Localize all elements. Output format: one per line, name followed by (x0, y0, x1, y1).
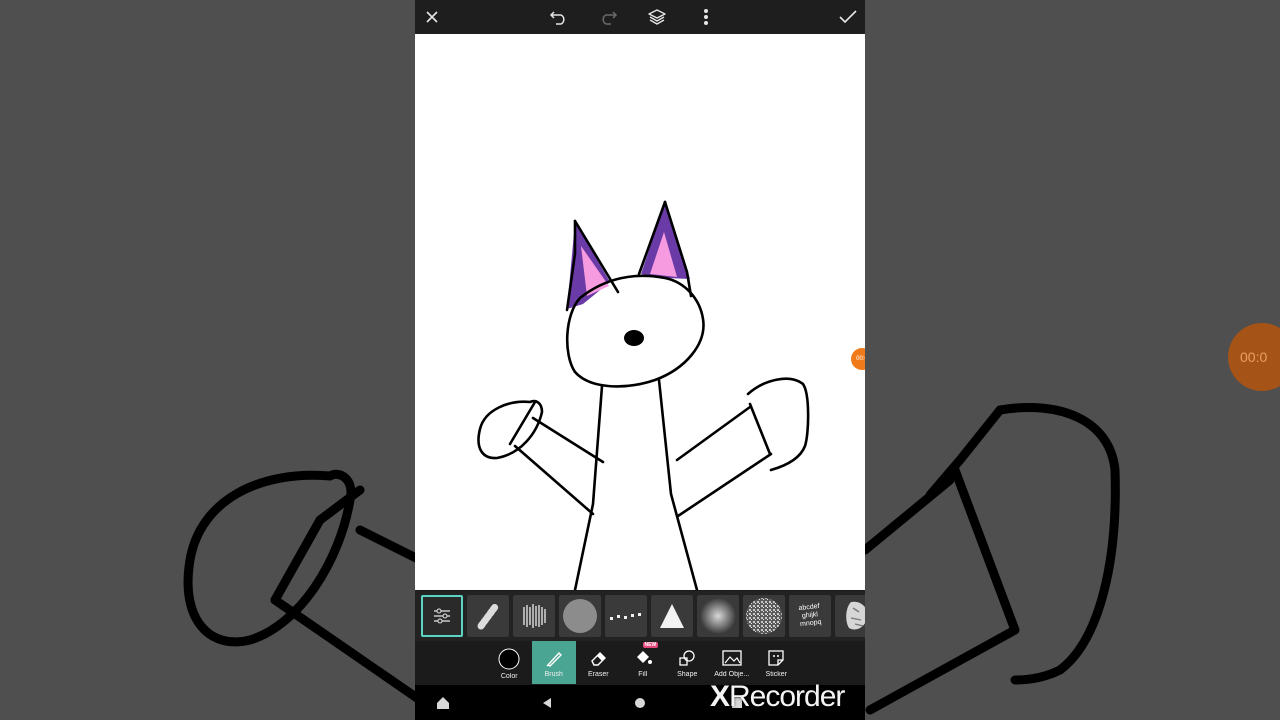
eraser-tool[interactable]: Eraser (576, 641, 621, 684)
fill-tool[interactable]: NEW Fill (621, 641, 666, 684)
brush-tool[interactable]: Brush (531, 641, 576, 684)
shape-icon (679, 650, 695, 666)
color-tool-label: Color (500, 673, 518, 680)
redo-icon (602, 11, 618, 25)
brush-settings-button[interactable] (421, 595, 463, 637)
shape-tool[interactable]: Shape (665, 641, 710, 684)
more-options-button[interactable] (689, 0, 723, 34)
sticker-icon (768, 650, 784, 666)
fill-tool-label: Fill (638, 671, 648, 678)
close-button[interactable] (415, 0, 449, 34)
sliders-icon (434, 608, 450, 624)
tool-bar: Color Brush Eraser NEW Fill Shape Add Ob… (415, 641, 865, 685)
streak-brush-icon (523, 604, 546, 628)
brush-airbrush[interactable] (697, 595, 739, 637)
check-icon (839, 10, 857, 24)
fill-bucket-icon (636, 651, 652, 664)
cat-drawing (477, 200, 810, 590)
color-swatch (498, 648, 520, 670)
close-icon (426, 11, 438, 23)
color-tool[interactable]: Color (487, 641, 532, 684)
brush-texture[interactable] (835, 595, 865, 637)
recording-timer: 00:0 (856, 356, 865, 362)
brush-dots[interactable] (605, 595, 647, 637)
undo-button[interactable] (542, 0, 576, 34)
add-object-tool-label: Add Obje... (714, 671, 750, 678)
watermark-text: Recorder (729, 680, 845, 713)
brush-streak[interactable] (513, 595, 555, 637)
layers-icon (648, 9, 666, 25)
home-shortcut-button[interactable] (431, 685, 455, 720)
text-brush-sample: abcdef ghijkl mnopq (798, 602, 822, 629)
backdrop-timer: 00:0 (1240, 349, 1268, 365)
eraser-tool-label: Eraser (587, 671, 609, 678)
brush-icon (546, 651, 562, 667)
undo-icon (549, 11, 565, 25)
top-toolbar (415, 0, 865, 34)
sticker-tool-label: Sticker (765, 671, 787, 678)
layers-button[interactable] (640, 0, 674, 34)
add-object-tool[interactable]: Add Obje... (710, 641, 755, 684)
brush-text[interactable]: abcdef ghijkl mnopq (789, 595, 831, 637)
airbrush-icon (700, 598, 736, 634)
redo-button[interactable] (591, 0, 625, 34)
noise-brush-icon (746, 598, 782, 634)
dotted-brush-icon (610, 613, 641, 620)
image-icon (722, 650, 742, 666)
soft-round-brush-icon (563, 599, 597, 633)
brush-chalk[interactable] (467, 595, 509, 637)
apply-button[interactable] (831, 0, 865, 34)
brush-tool-label: Brush (544, 671, 563, 678)
sticker-tool[interactable]: Sticker (754, 641, 799, 684)
back-triangle-icon (543, 697, 551, 708)
shape-tool-label: Shape (677, 671, 698, 678)
drawing-canvas[interactable]: 00:0 (415, 34, 865, 590)
triangle-brush-icon (660, 604, 684, 628)
more-vert-icon (704, 9, 708, 25)
texture-brush-icon (846, 601, 865, 630)
chalk-brush-icon (477, 603, 499, 630)
eraser-icon (591, 652, 607, 666)
brush-strip: abcdef ghijkl mnopq (415, 591, 865, 641)
watermark-prefix: X (710, 680, 730, 713)
home-circle-icon (635, 697, 645, 708)
phone-screen: 00:0 (415, 0, 865, 720)
brush-soft-round[interactable] (559, 595, 601, 637)
home-button[interactable] (628, 685, 652, 720)
brush-triangle[interactable] (651, 595, 693, 637)
back-button[interactable] (535, 685, 559, 720)
home-icon (437, 696, 449, 709)
brush-noise[interactable] (743, 595, 785, 637)
xrecorder-watermark: XRecorder (710, 680, 845, 714)
new-badge: NEW (642, 642, 659, 648)
